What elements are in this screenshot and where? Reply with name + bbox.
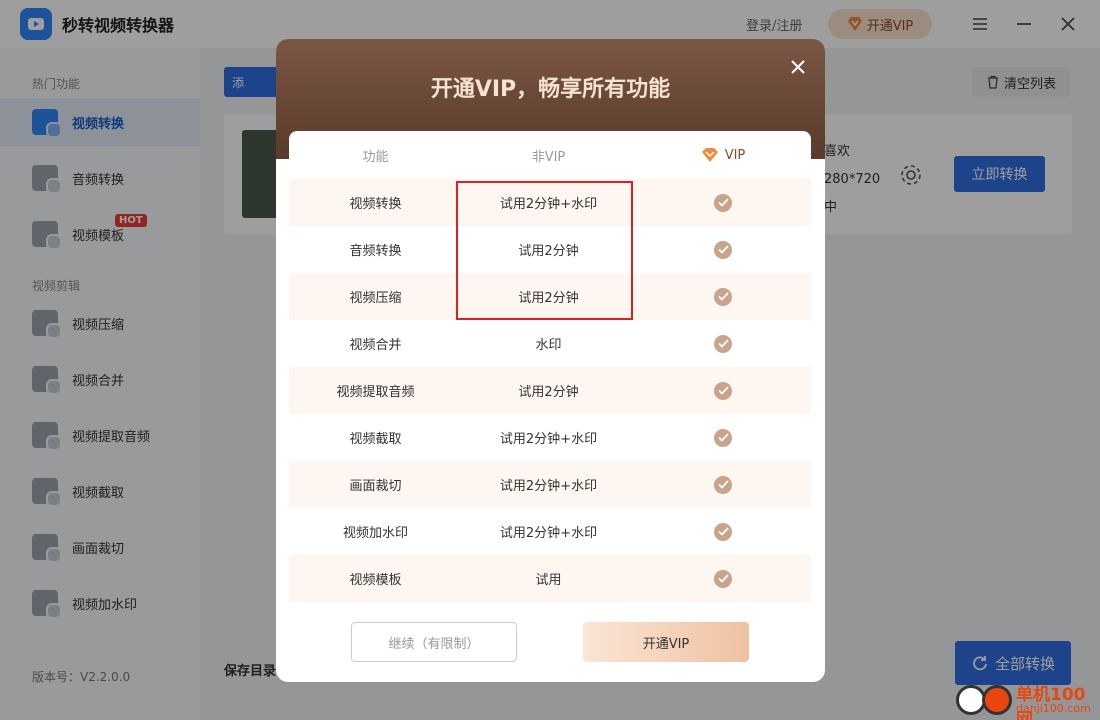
check-icon [714,475,732,494]
vip-modal: 开通VIP，畅享所有功能 功能 非VIP VIP 视频转换 试用2分钟+水印 音… [276,39,825,682]
row-feature: 视频模板 [349,573,402,588]
check-icon [714,428,732,447]
table-row: 视频截取 试用2分钟+水印 [289,414,811,461]
watermark-dot-icon [982,685,1012,715]
check-icon [714,193,732,212]
row-feature: 视频加水印 [342,526,408,541]
modal-title: 开通VIP，畅享所有功能 [430,77,671,102]
check-icon [714,381,732,400]
row-feature: 视频转换 [349,197,402,212]
check-icon [714,287,732,306]
row-feature: 视频压缩 [349,291,402,306]
vip-gem-icon [701,148,718,162]
row-feature: 视频提取音频 [336,385,415,400]
row-nonvip: 试用2分钟+水印 [499,432,598,447]
header-feature: 功能 [362,149,389,165]
watermark-url: danji100.com [1016,702,1091,715]
row-nonvip: 试用2分钟+水印 [499,526,598,541]
table-row: 视频模板 试用 [289,555,811,602]
site-watermark: 单机100网 danji100.com [952,680,1100,720]
row-nonvip: 水印 [535,338,562,353]
row-nonvip: 试用 [535,573,562,588]
highlight-box [456,181,633,320]
row-feature: 画面裁切 [349,479,402,494]
header-vip-label: VIP [724,147,746,163]
table-header: 功能 非VIP VIP [289,131,811,179]
open-vip-modal-button[interactable]: 开通VIP [583,622,749,662]
check-icon [714,240,732,259]
close-icon[interactable] [788,57,808,77]
header-vip: VIP [635,147,811,163]
check-icon [714,569,732,588]
continue-limited-button[interactable]: 继续（有限制） [351,622,517,662]
row-nonvip: 试用2分钟 [518,385,579,400]
row-feature: 音频转换 [349,244,402,259]
row-nonvip: 试用2分钟+水印 [499,479,598,494]
table-row: 视频提取音频 试用2分钟 [289,367,811,414]
row-feature: 视频合并 [349,338,402,353]
check-icon [714,522,732,541]
table-row: 视频加水印 试用2分钟+水印 [289,508,811,555]
row-feature: 视频截取 [349,432,402,447]
table-row: 视频合并 水印 [289,320,811,367]
table-row: 画面裁切 试用2分钟+水印 [289,461,811,508]
check-icon [714,334,732,353]
header-nonvip: 非VIP [531,149,566,165]
